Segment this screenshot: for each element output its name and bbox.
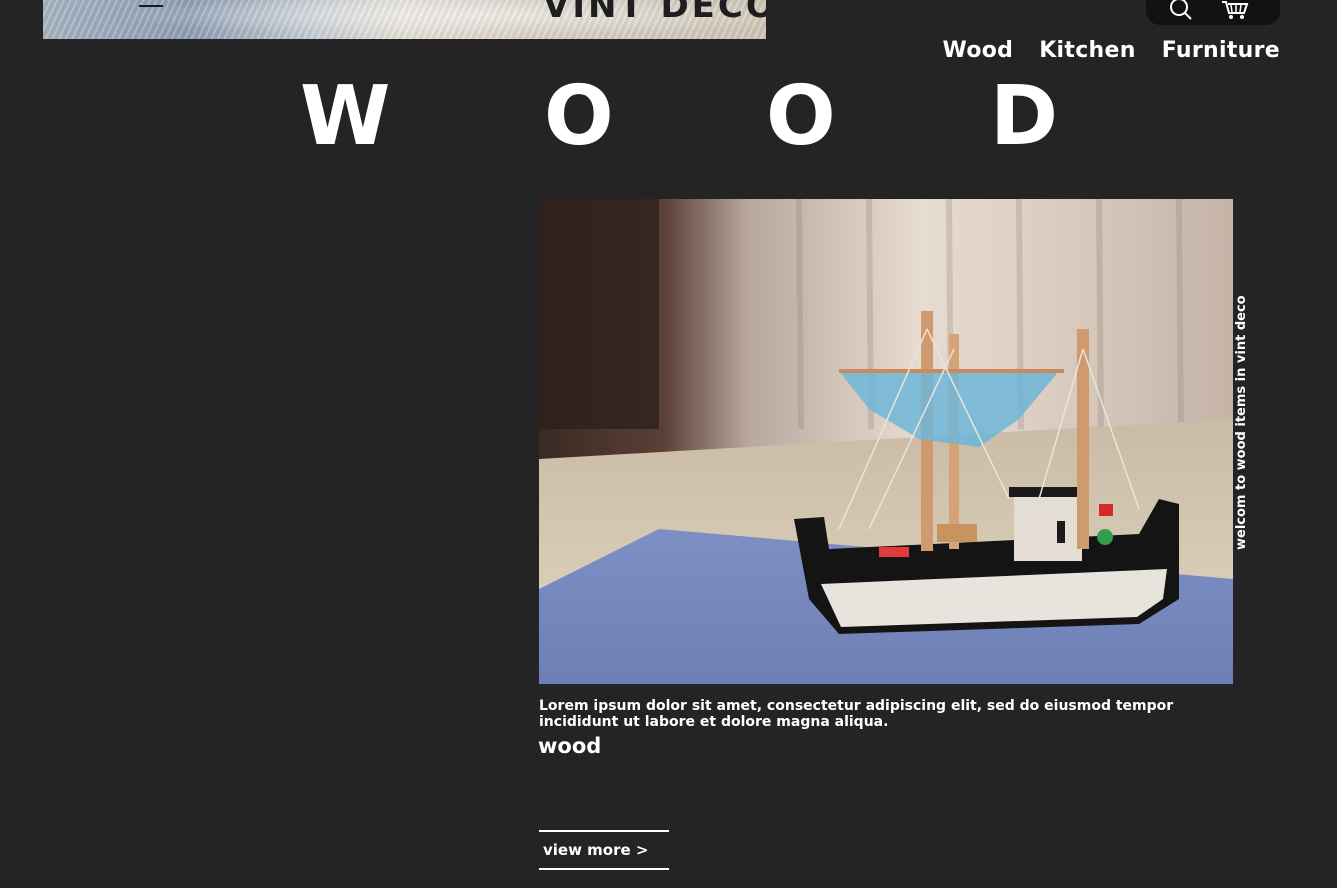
title-letter: D (990, 69, 1059, 164)
search-icon[interactable] (1168, 0, 1194, 20)
page-title: W O O D (300, 74, 1080, 160)
nav-item-kitchen[interactable]: Kitchen (1039, 38, 1136, 63)
cart-icon[interactable] (1220, 0, 1250, 20)
title-letter: O (544, 69, 614, 164)
header-icon-group (1146, 0, 1280, 25)
title-letter: O (766, 69, 836, 164)
nav-item-wood[interactable]: Wood (943, 38, 1014, 63)
product-description: Lorem ipsum dolor sit amet, consectetur … (539, 698, 1174, 730)
product-photo (539, 199, 1233, 684)
boat-image (539, 199, 1233, 684)
category-label: wood (538, 734, 602, 758)
menu-icon[interactable] (139, 5, 163, 7)
view-more-button[interactable]: view more > (539, 830, 669, 870)
view-more-label: view more > (543, 841, 649, 859)
header-banner: VINT DECO (43, 0, 766, 39)
nav-item-furniture[interactable]: Furniture (1162, 38, 1280, 63)
page: VINT DECO Wood Kitchen Furniture W O O D (0, 0, 1337, 888)
side-caption: welcom to wood items in vint deco (1234, 295, 1249, 550)
main-nav: Wood Kitchen Furniture (943, 38, 1280, 63)
brand-logo[interactable]: VINT DECO (543, 0, 766, 26)
title-letter: W (300, 69, 391, 164)
